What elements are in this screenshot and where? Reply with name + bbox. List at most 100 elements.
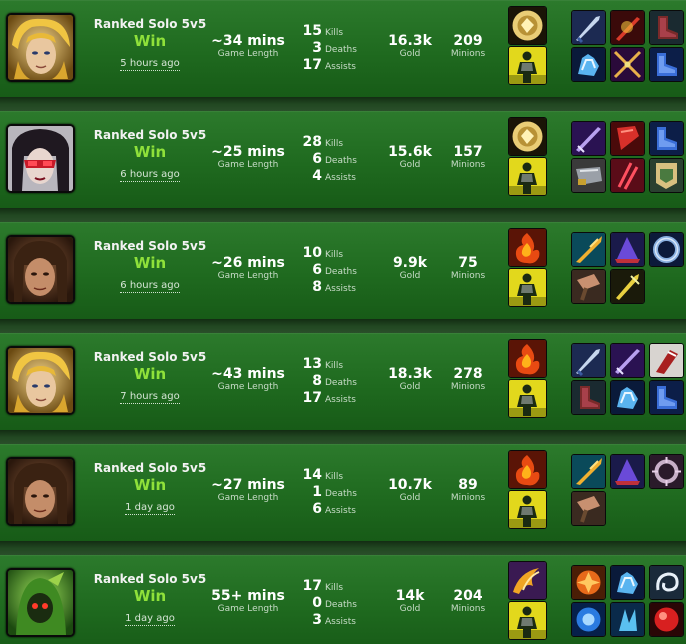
kills-label: Kills xyxy=(325,250,344,260)
ghost-spell-icon[interactable] xyxy=(508,157,547,196)
banner-item-icon[interactable] xyxy=(649,158,684,193)
assists-stat: 17 Assists xyxy=(290,55,370,73)
time-ago[interactable]: 1 day ago xyxy=(125,502,175,515)
ghost-spell-icon[interactable] xyxy=(508,46,547,85)
teleport-spell-icon[interactable] xyxy=(508,561,547,600)
blue-crest-item-icon[interactable] xyxy=(571,602,606,637)
berserker-greaves-item-icon[interactable] xyxy=(571,380,606,415)
berserker-greaves-item-icon[interactable] xyxy=(649,10,684,45)
red-hat-item-icon[interactable] xyxy=(610,454,645,489)
gold-value: 16.3k xyxy=(388,33,432,49)
queue-type: Ranked Solo 5v5 xyxy=(93,572,207,586)
match-row[interactable]: Ranked Solo 5v5 Win 5 hours ago ~34 mins… xyxy=(0,0,686,97)
time-ago[interactable]: 7 hours ago xyxy=(120,391,180,404)
game-length-value: ~26 mins xyxy=(211,255,285,271)
red-cleaver-item-icon[interactable] xyxy=(610,121,645,156)
match-result: Win xyxy=(133,365,167,383)
gold-value: 15.6k xyxy=(388,144,432,160)
kda-stats: 13 Kills 8 Deaths 17 Assists xyxy=(290,354,370,406)
infinity-edge-item-icon[interactable] xyxy=(610,10,645,45)
row-divider xyxy=(0,97,686,111)
red-hat-item-icon[interactable] xyxy=(610,232,645,267)
gold-stat: 9.9k Gold xyxy=(378,256,442,282)
red-claw-item-icon[interactable] xyxy=(610,158,645,193)
gold-value: 10.7k xyxy=(388,477,432,493)
hammer-item-icon[interactable] xyxy=(571,491,606,526)
minions-stat: 89 Minions xyxy=(438,478,498,504)
match-row[interactable]: Ranked Solo 5v5 Win 6 hours ago ~26 mins… xyxy=(0,222,686,319)
sword-item-icon[interactable] xyxy=(610,47,645,82)
deaths-stat: 0 Deaths xyxy=(290,593,370,611)
ignite-spell-icon[interactable] xyxy=(508,339,547,378)
gold-blade-item-icon[interactable] xyxy=(610,269,645,304)
ghost-spell-icon[interactable] xyxy=(508,268,547,307)
kda-stats: 10 Kills 6 Deaths 8 Assists xyxy=(290,243,370,295)
minions-label: Minions xyxy=(450,604,486,614)
green-hooded-champion-portrait-icon[interactable] xyxy=(6,568,75,637)
ghost-spell-icon[interactable] xyxy=(508,601,547,640)
game-length-label: Game Length xyxy=(217,271,279,281)
kills-stat: 14 Kills xyxy=(290,465,370,483)
spiked-ring-item-icon[interactable] xyxy=(649,454,684,489)
gold-spear-item-icon[interactable] xyxy=(571,232,606,267)
blue-boots-item-icon[interactable] xyxy=(649,380,684,415)
purple-blade-item-icon[interactable] xyxy=(571,121,606,156)
blue-boots-item-icon[interactable] xyxy=(649,47,684,82)
time-ago[interactable]: 5 hours ago xyxy=(120,58,180,71)
spirit-gauntlet-item-icon[interactable] xyxy=(610,565,645,600)
match-row[interactable]: Ranked Solo 5v5 Win 7 hours ago ~43 mins… xyxy=(0,333,686,430)
blonde-champion-portrait-icon[interactable] xyxy=(6,346,75,415)
purple-blade-item-icon[interactable] xyxy=(610,343,645,378)
gold-stat: 10.7k Gold xyxy=(378,477,442,504)
spirit-gauntlet-item-icon[interactable] xyxy=(610,380,645,415)
assists-label: Assists xyxy=(325,617,356,627)
match-row[interactable]: Ranked Solo 5v5 Win 6 hours ago ~25 mins… xyxy=(0,111,686,208)
deaths-stat: 6 Deaths xyxy=(290,149,370,167)
spirit-gauntlet-item-icon[interactable] xyxy=(571,47,606,82)
dark-haired-champion-portrait-icon[interactable] xyxy=(6,457,75,526)
minions-value: 204 xyxy=(453,588,483,604)
orange-crest-item-icon[interactable] xyxy=(571,565,606,600)
kills-stat: 10 Kills xyxy=(290,243,370,261)
gold-spear-item-icon[interactable] xyxy=(571,454,606,489)
blue-claw-item-icon[interactable] xyxy=(610,602,645,637)
kills-label: Kills xyxy=(325,28,344,38)
dark-haired-champion-portrait-icon[interactable] xyxy=(6,235,75,304)
red-orb-item-icon[interactable] xyxy=(649,602,684,637)
gold-label: Gold xyxy=(399,382,421,392)
ghost-spell-icon[interactable] xyxy=(508,379,547,418)
blue-boots-item-icon[interactable] xyxy=(649,121,684,156)
ignite-spell-icon[interactable] xyxy=(508,450,547,489)
blonde-champion-portrait-icon[interactable] xyxy=(6,13,75,82)
assists-value: 17 xyxy=(302,390,322,406)
minions-label: Minions xyxy=(450,493,486,503)
ring-item-icon[interactable] xyxy=(649,232,684,267)
armor-item-icon[interactable] xyxy=(571,158,606,193)
blade-item-icon[interactable] xyxy=(571,10,606,45)
time-ago[interactable]: 6 hours ago xyxy=(120,280,180,293)
kda-stats: 15 Kills 3 Deaths 17 Assists xyxy=(290,21,370,73)
match-row[interactable]: Ranked Solo 5v5 Win 1 day ago 55+ mins G… xyxy=(0,555,686,644)
assists-label: Assists xyxy=(325,284,356,294)
match-row[interactable]: Ranked Solo 5v5 Win 1 day ago ~27 mins G… xyxy=(0,444,686,541)
kda-stats: 28 Kills 6 Deaths 4 Assists xyxy=(290,132,370,184)
assists-stat: 3 Assists xyxy=(290,610,370,628)
ignite-spell-icon[interactable] xyxy=(508,228,547,267)
minions-stat: 278 Minions xyxy=(438,367,498,393)
clarity-spell-icon[interactable] xyxy=(508,6,547,45)
swirl-item-icon[interactable] xyxy=(649,565,684,600)
time-ago[interactable]: 6 hours ago xyxy=(120,169,180,182)
masked-champion-portrait-icon[interactable] xyxy=(6,124,75,193)
gold-stat: 18.3k Gold xyxy=(378,367,442,393)
bloody-axe-item-icon[interactable] xyxy=(649,343,684,378)
time-ago[interactable]: 1 day ago xyxy=(125,613,175,626)
deaths-label: Deaths xyxy=(325,600,357,610)
match-history-list: Ranked Solo 5v5 Win 5 hours ago ~34 mins… xyxy=(0,0,686,644)
queue-type: Ranked Solo 5v5 xyxy=(93,128,207,142)
game-length-value: ~27 mins xyxy=(211,477,285,493)
ghost-spell-icon[interactable] xyxy=(508,490,547,529)
hammer-item-icon[interactable] xyxy=(571,269,606,304)
blade-item-icon[interactable] xyxy=(571,343,606,378)
deaths-label: Deaths xyxy=(325,156,357,166)
clarity-spell-icon[interactable] xyxy=(508,117,547,156)
